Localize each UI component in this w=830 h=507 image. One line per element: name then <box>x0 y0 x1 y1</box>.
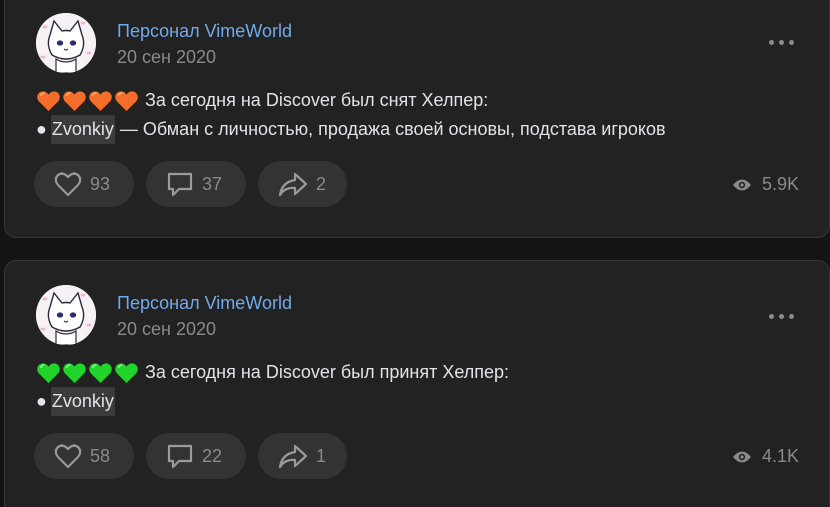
eye-icon <box>732 179 751 190</box>
like-count: 58 <box>90 445 111 466</box>
share-icon <box>278 171 308 197</box>
like-button[interactable]: 58 <box>34 433 134 479</box>
bullet: ● <box>36 391 47 411</box>
views-count: 4.1K <box>761 446 799 466</box>
cat-avatar-icon <box>36 13 96 73</box>
green-heart-icon <box>115 362 138 383</box>
views-counter: 4.1K <box>732 446 799 467</box>
eye-icon <box>732 451 751 462</box>
post-date[interactable]: 20 сен 2020 <box>117 47 216 67</box>
comment-icon <box>166 170 194 198</box>
news-feed: Персонал VimeWorld 20 сен 2020 За сегодн… <box>0 0 830 507</box>
heart-icon <box>54 171 82 197</box>
post-text-line: За сегодня на Discover был снят Хелпер: <box>36 86 809 115</box>
post-text-line2: — Обман с личностью, продажа своей основ… <box>114 119 666 139</box>
orange-heart-icon <box>115 90 138 111</box>
author-link[interactable]: Персонал VimeWorld <box>117 21 292 41</box>
orange-heart-icon <box>63 90 86 111</box>
post-card: Персонал VimeWorld 20 сен 2020 За сегодн… <box>4 0 830 238</box>
share-button[interactable]: 1 <box>258 433 347 479</box>
post-text-line1: За сегодня на Discover был принят Хелпер… <box>145 362 510 382</box>
like-button[interactable]: 93 <box>34 161 134 207</box>
orange-heart-icon <box>37 90 60 111</box>
comment-icon <box>166 442 194 470</box>
avatar[interactable] <box>36 285 96 345</box>
green-heart-icon <box>63 362 86 383</box>
heart-icon <box>54 443 82 469</box>
more-icon[interactable] <box>769 37 795 47</box>
cat-avatar-icon <box>36 285 96 345</box>
comment-count: 22 <box>202 445 223 466</box>
post-text: За сегодня на Discover был принят Хелпер… <box>36 358 809 416</box>
comment-count: 37 <box>202 173 223 194</box>
post-text-line1: За сегодня на Discover был снят Хелпер: <box>145 90 489 110</box>
green-heart-icon <box>37 362 60 383</box>
more-icon[interactable] <box>769 311 795 321</box>
post-date[interactable]: 20 сен 2020 <box>117 319 216 339</box>
green-heart-icon <box>89 362 112 383</box>
orange-heart-icon <box>89 90 112 111</box>
post-text-line: ● Zvonkiy <box>36 387 809 416</box>
comment-button[interactable]: 22 <box>146 433 246 479</box>
post-text: За сегодня на Discover был снят Хелпер: … <box>36 86 809 144</box>
comment-button[interactable]: 37 <box>146 161 246 207</box>
share-count: 2 <box>316 173 327 194</box>
author-link[interactable]: Персонал VimeWorld <box>117 293 292 313</box>
post-card: Персонал VimeWorld 20 сен 2020 За сегодн… <box>4 260 830 507</box>
views-counter: 5.9K <box>732 174 799 195</box>
like-count: 93 <box>90 173 111 194</box>
post-text-line: ● Zvonkiy — Обман с личностью, продажа с… <box>36 115 809 144</box>
green-hearts-emoji <box>36 362 139 384</box>
mention-link[interactable]: Zvonkiy <box>50 115 115 144</box>
mention-link[interactable]: Zvonkiy <box>50 387 115 416</box>
bullet: ● <box>36 119 47 139</box>
share-icon <box>278 443 308 469</box>
share-count: 1 <box>316 445 327 466</box>
avatar[interactable] <box>36 13 96 73</box>
orange-hearts-emoji <box>36 90 139 112</box>
post-text-line: За сегодня на Discover был принят Хелпер… <box>36 358 809 387</box>
share-button[interactable]: 2 <box>258 161 347 207</box>
views-count: 5.9K <box>761 174 799 194</box>
